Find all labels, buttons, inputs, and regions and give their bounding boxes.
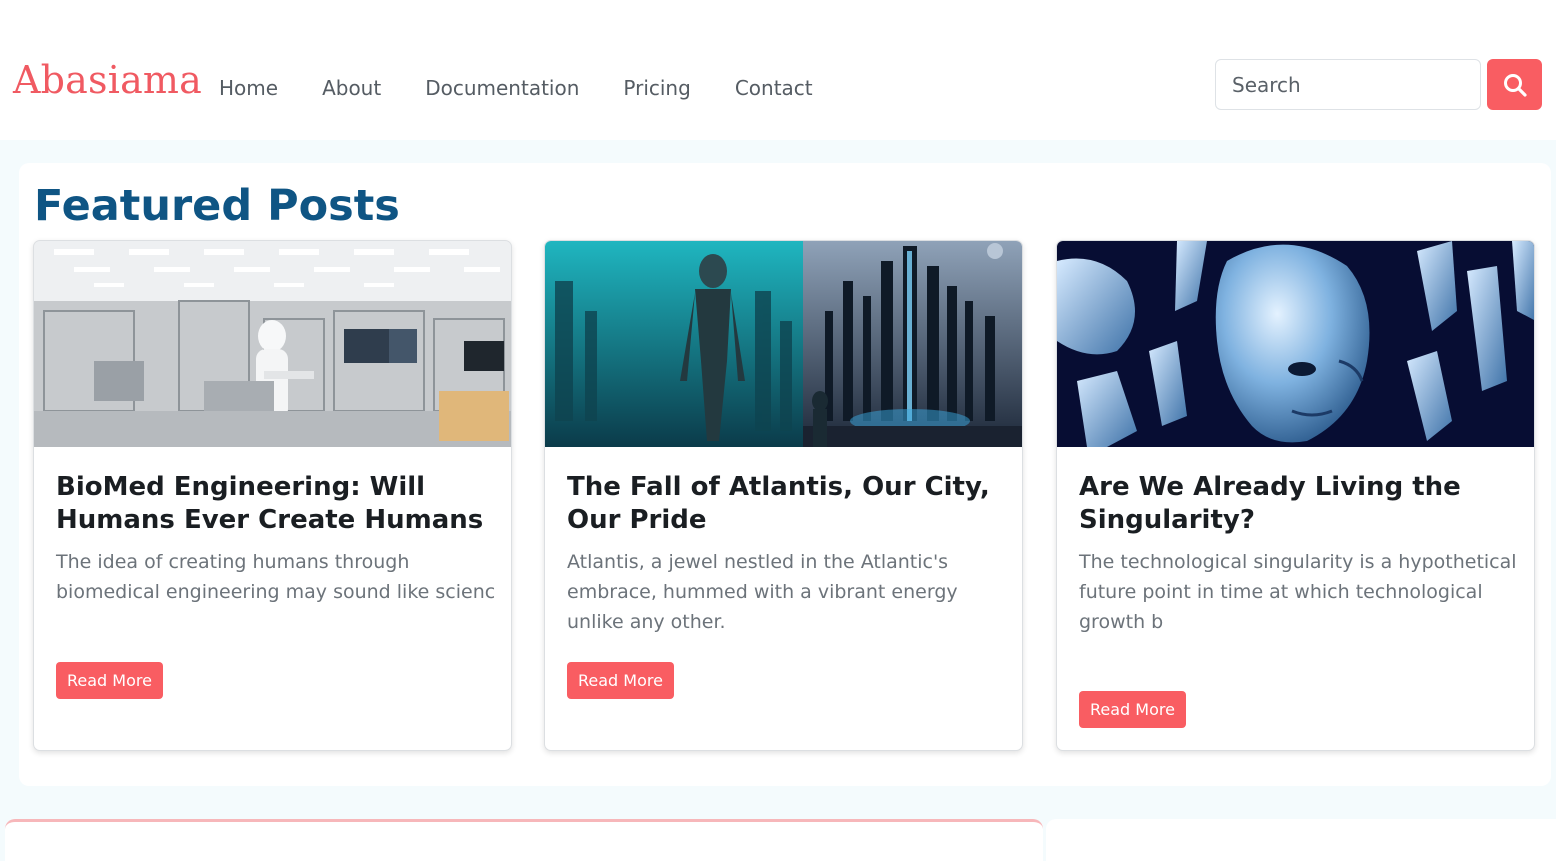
nav-link-home[interactable]: Home [219, 76, 278, 100]
post-excerpt: Atlantis, a jewel nestled in the Atlanti… [567, 551, 958, 633]
post-title[interactable]: The Fall of Atlantis, Our City, Our Prid… [567, 471, 1007, 537]
read-more-button[interactable]: Read More [567, 662, 674, 699]
next-section-sidebar [1046, 819, 1556, 861]
next-section-card [5, 819, 1043, 861]
post-image-atlantis[interactable] [545, 241, 1022, 447]
post-card-biomed: BioMed Engineering: Will Humans Ever Cre… [33, 240, 512, 751]
nav-link-about[interactable]: About [322, 76, 381, 100]
post-title[interactable]: Are We Already Living the Singularity? [1079, 471, 1519, 537]
post-excerpt: The technological singularity is a hypot… [1079, 551, 1517, 633]
nav-links: Home About Documentation Pricing Contact [219, 76, 857, 100]
featured-posts-section: Featured Posts BioMed Engineering: Will … [19, 163, 1551, 786]
brand-logo[interactable]: Abasiama [13, 58, 202, 102]
post-excerpt: The idea of creating humans through biom… [56, 551, 496, 603]
read-more-button[interactable]: Read More [1079, 691, 1186, 728]
post-card-singularity: Are We Already Living the Singularity? T… [1056, 240, 1535, 751]
nav-link-documentation[interactable]: Documentation [425, 76, 579, 100]
nav-link-contact[interactable]: Contact [735, 76, 813, 100]
featured-posts-title: Featured Posts [34, 181, 400, 231]
read-more-button[interactable]: Read More [56, 662, 163, 699]
search-icon [1503, 73, 1527, 97]
post-image-lab[interactable] [34, 241, 511, 447]
search-input[interactable] [1215, 59, 1481, 110]
post-card-atlantis: The Fall of Atlantis, Our City, Our Prid… [544, 240, 1023, 751]
navbar: Abasiama Home About Documentation Pricin… [0, 0, 1556, 140]
search-button[interactable] [1487, 59, 1542, 110]
post-title[interactable]: BioMed Engineering: Will Humans Ever Cre… [56, 471, 496, 537]
nav-link-pricing[interactable]: Pricing [623, 76, 690, 100]
post-image-android[interactable] [1057, 241, 1534, 447]
